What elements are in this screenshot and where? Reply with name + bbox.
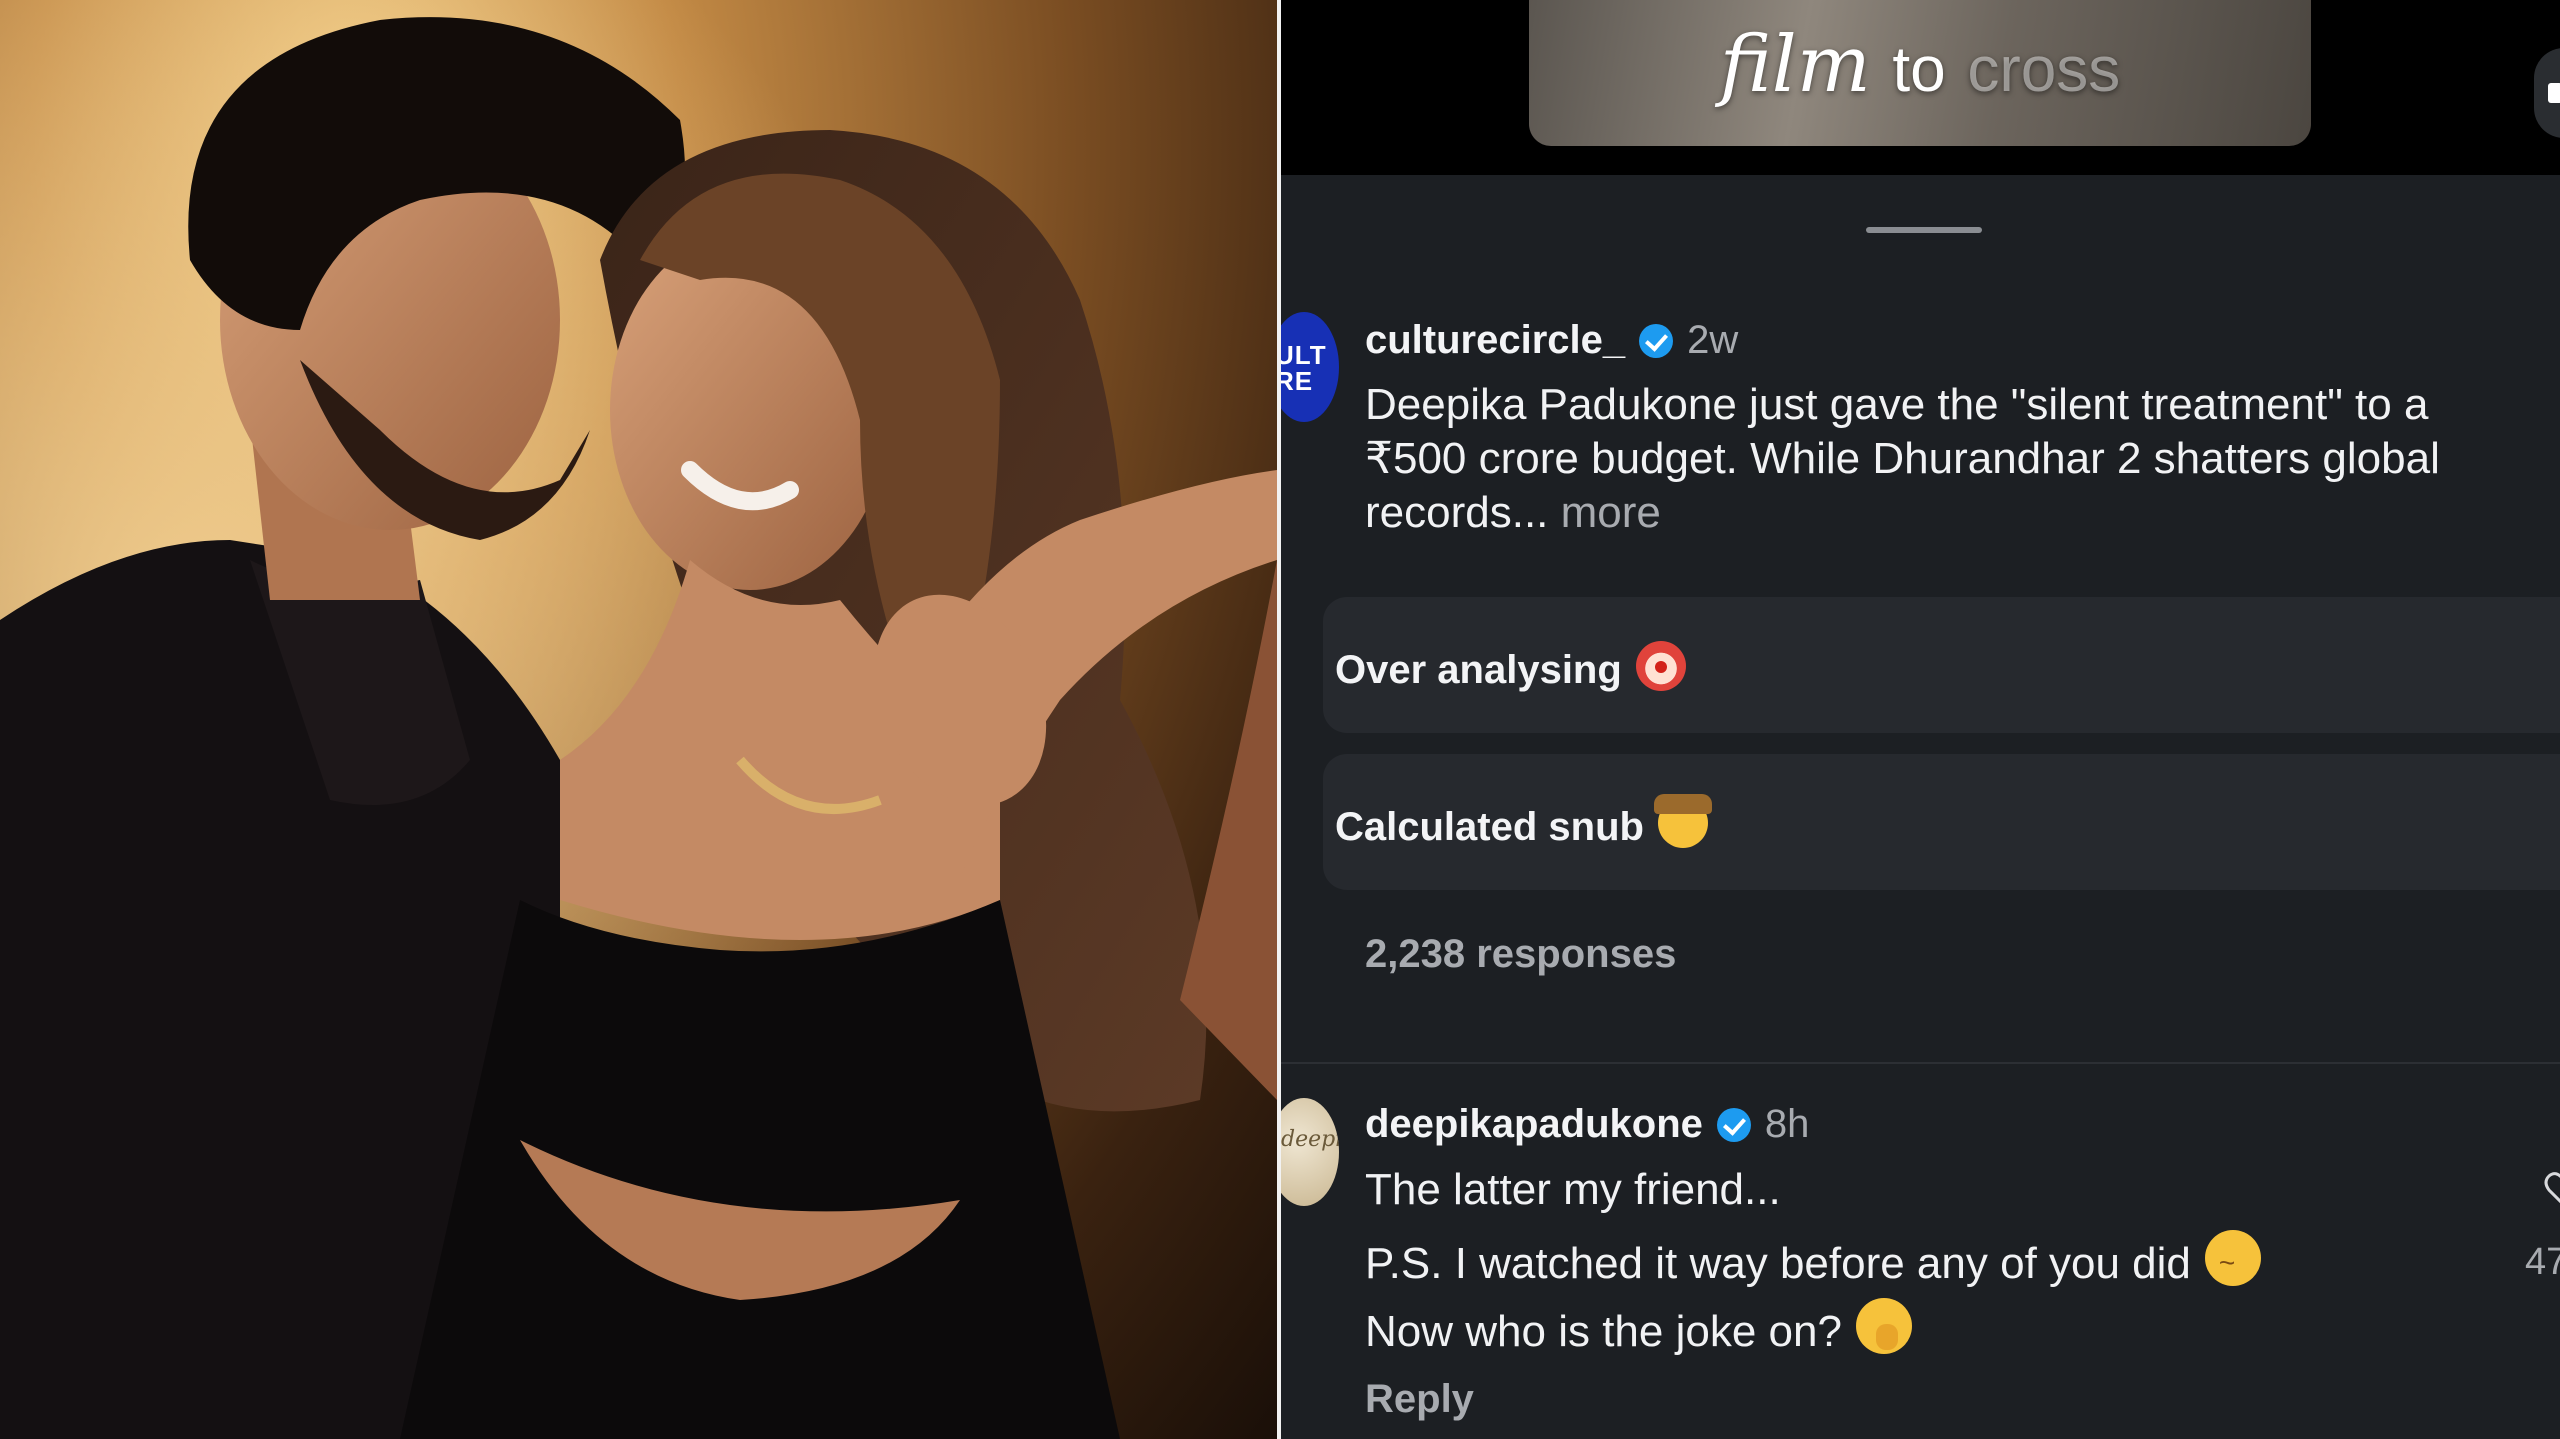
timestamp: 8h (1764, 1102, 1810, 1146)
caption-word: film (1719, 20, 1871, 110)
reel-video-thumbnail[interactable]: film to cross (1529, 0, 2311, 146)
comment-text-line: The latter my friend... (1365, 1165, 1781, 1214)
comment-text: Now who is the joke on? (1365, 1307, 1842, 1356)
poll-option-label: Calculated snub (1335, 794, 1712, 851)
side-action-button[interactable] (2534, 48, 2560, 138)
poll-option-text: Over analysing (1335, 648, 1622, 692)
side-action-icon (2548, 83, 2560, 103)
couple-photo-illustration (0, 0, 1277, 1439)
avatar-text: ULT RE (1281, 340, 1327, 396)
comment-text-line-2: P.S. I watched it way before any of you … (1365, 1230, 2261, 1291)
more-link[interactable]: more (1561, 488, 1661, 537)
reply-button[interactable]: Reply (1365, 1375, 1474, 1423)
avatar-text: deepika (1281, 1127, 1339, 1152)
clown-face-icon (1635, 641, 1686, 691)
face-with-hand-over-mouth-icon (1855, 1298, 1912, 1354)
video-caption: film to cross (1529, 25, 2311, 104)
celebrity-photo (0, 0, 1277, 1439)
avatar-culturecircle[interactable]: ULT RE (1281, 312, 1339, 422)
winking-face-icon (2204, 1230, 2261, 1290)
post-text-line: Deepika Padukone just gave the "silent t… (1365, 380, 2429, 429)
poll-option-text: Calculated snub (1335, 805, 1644, 849)
poll-option-calculated-snub[interactable]: Calculated snub (1323, 754, 2560, 890)
divider-line (1281, 1062, 2560, 1064)
avatar-deepikapadukone[interactable]: deepika (1281, 1098, 1339, 1206)
caption-word: cross (1967, 33, 2121, 105)
caption-word: to (1892, 33, 1946, 105)
poll-responses-count[interactable]: 2,238 responses (1365, 930, 1676, 978)
post-text-line: ₹500 crore budget. While Dhurandhar 2 sh… (1365, 434, 2440, 483)
post-text: records... (1365, 488, 1549, 537)
poll-option-over-analysing[interactable]: Over analysing (1323, 597, 2560, 733)
like-count: 47 (2525, 1241, 2560, 1283)
comment-header: culturecircle_ 2w (1365, 316, 1738, 364)
username[interactable]: deepikapadukone (1365, 1102, 1703, 1146)
comment-header: deepikapadukone 8h (1365, 1100, 1809, 1148)
video-area: film to cross (1281, 0, 2560, 175)
comment-text-line-3: Now who is the joke on? (1365, 1298, 1912, 1359)
timestamp: 2w (1687, 318, 1739, 362)
verified-badge-icon (1716, 1108, 1751, 1142)
poll-option-label: Over analysing (1335, 641, 1686, 694)
comments-panel: film to cross ULT RE culturecircle_ 2w Dee… (1281, 0, 2560, 1439)
comment-text: P.S. I watched it way before any of you … (1365, 1239, 2191, 1288)
username[interactable]: culturecircle_ (1365, 318, 1625, 362)
verified-badge-icon (1639, 324, 1674, 358)
cowboy-hat-face-icon (1653, 794, 1712, 848)
heart-like-icon[interactable] (2543, 1170, 2560, 1210)
sheet-drag-handle[interactable] (1866, 227, 1982, 233)
post-text-line-3: records... more (1365, 486, 1661, 540)
